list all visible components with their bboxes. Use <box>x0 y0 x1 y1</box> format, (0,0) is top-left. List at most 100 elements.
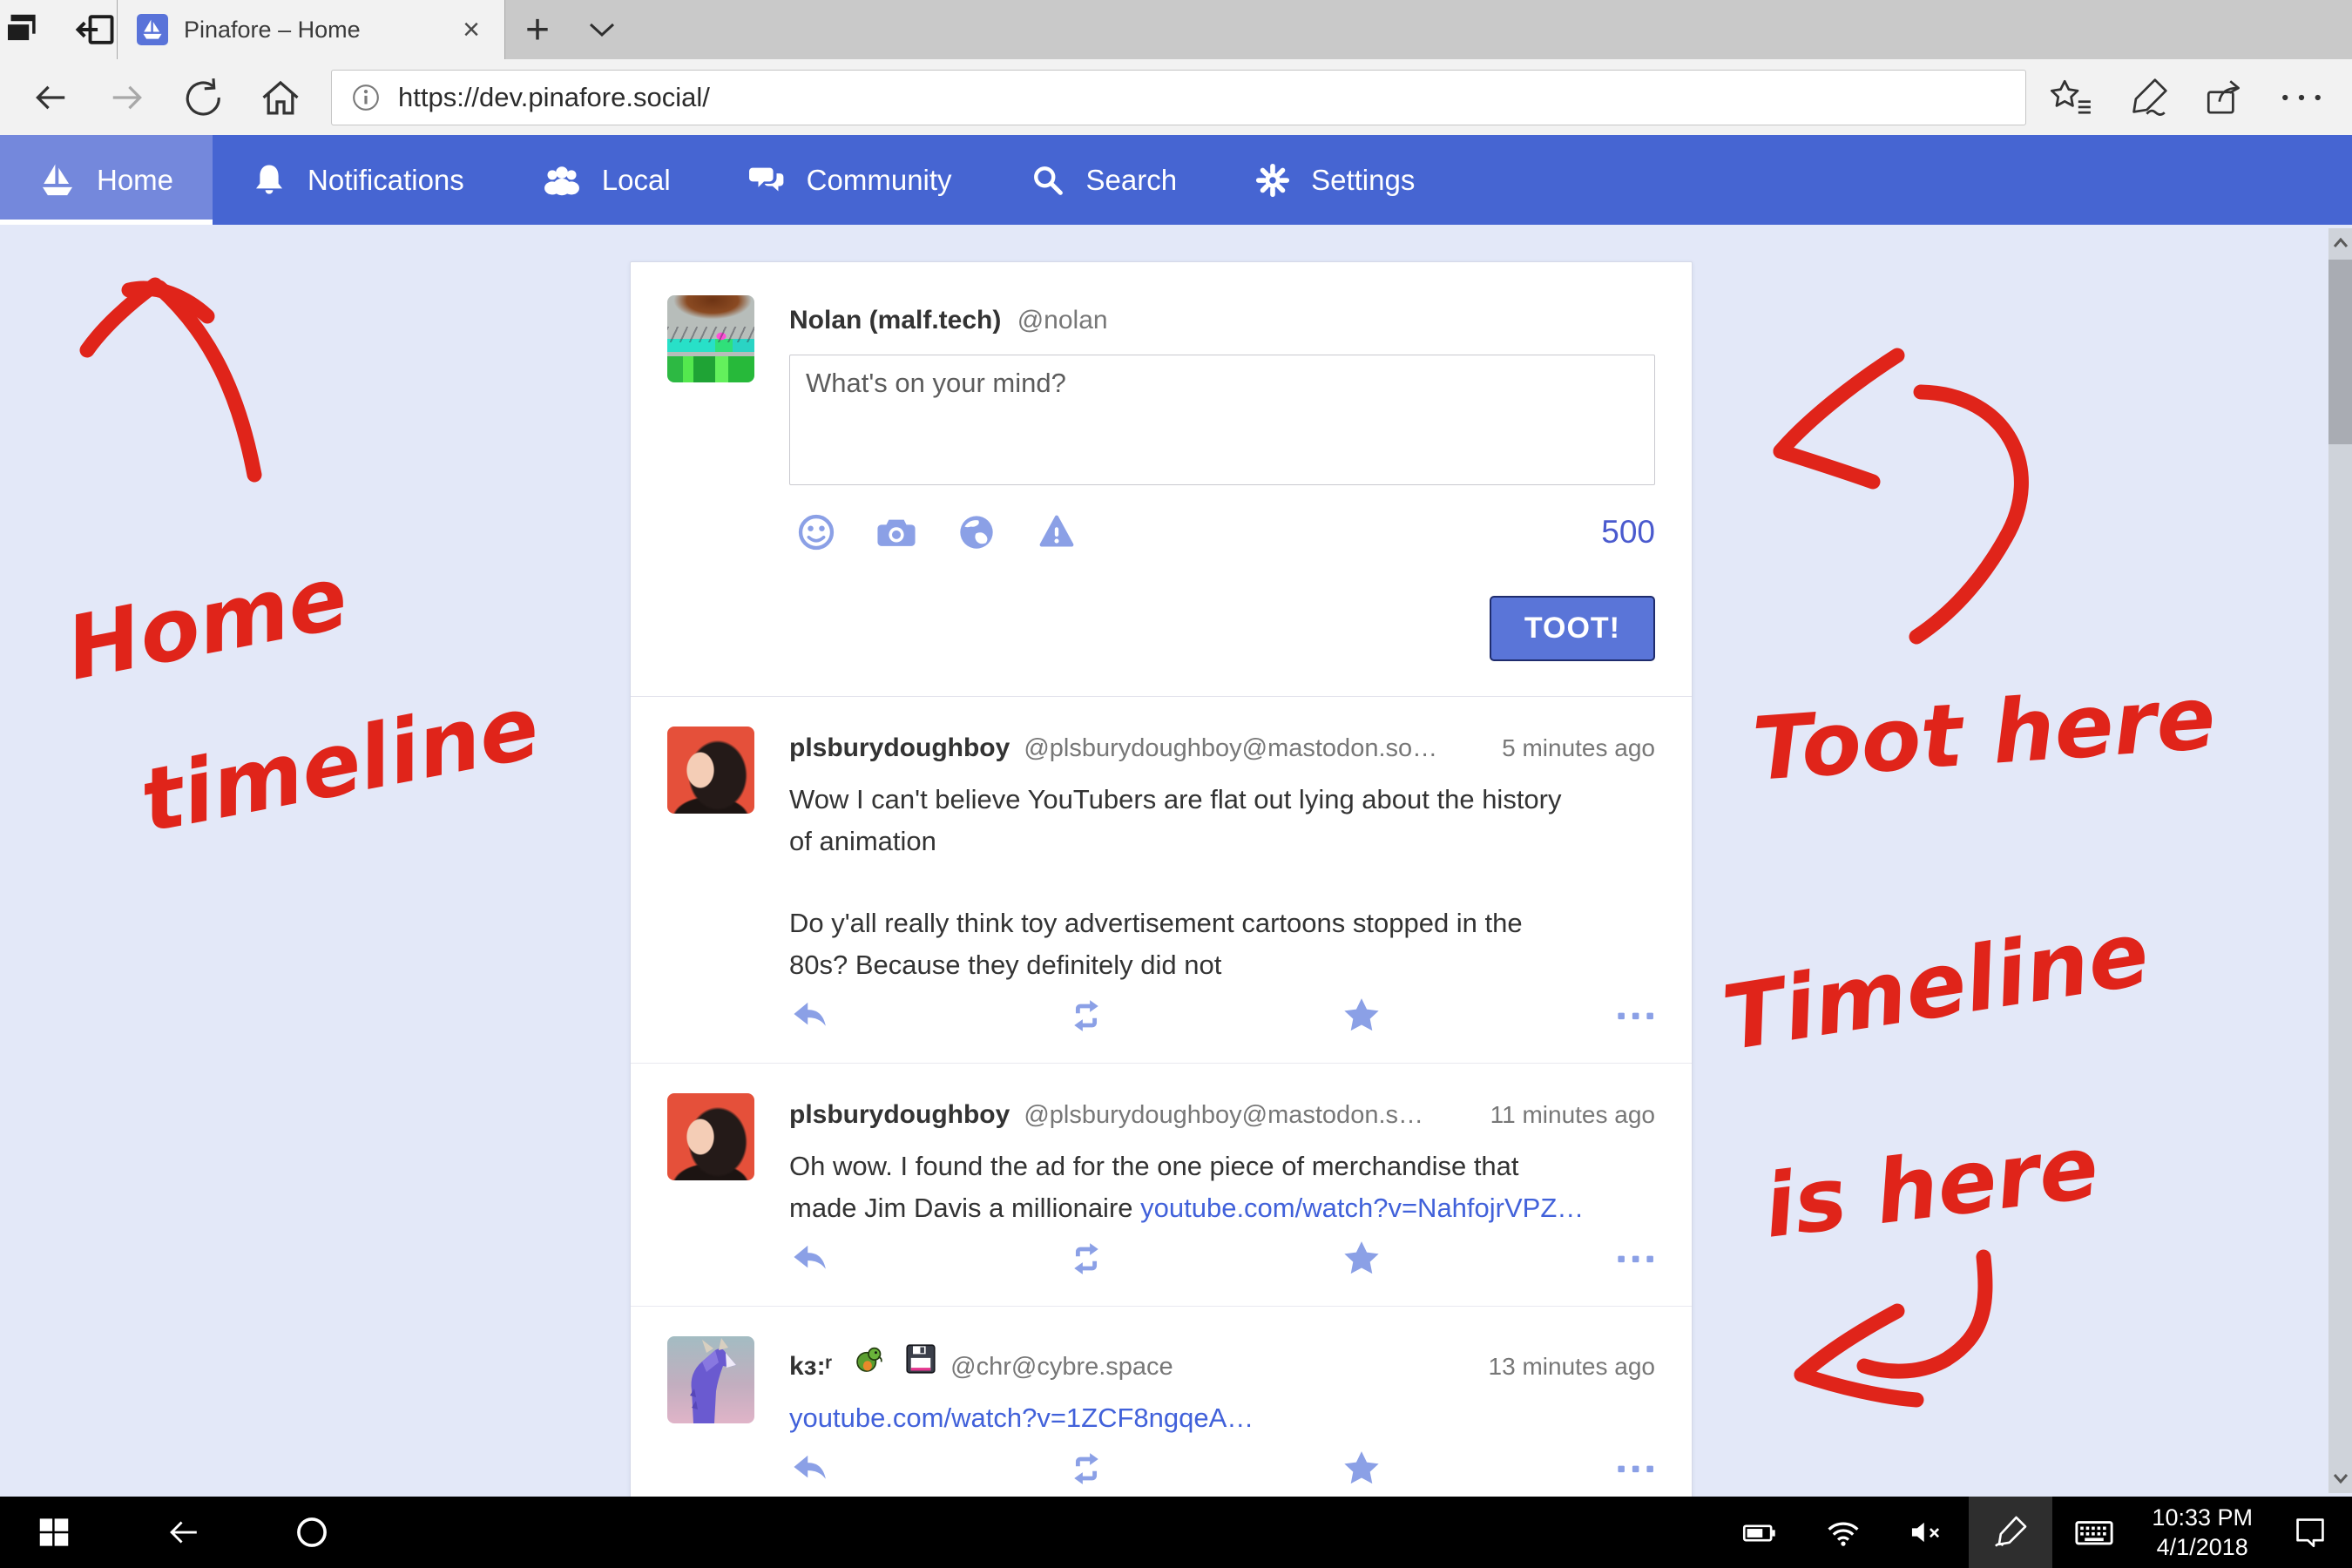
favorites-icon[interactable] <box>2033 65 2110 130</box>
avatar[interactable] <box>667 1336 754 1423</box>
youtube-link[interactable]: youtube.com/watch?v=1ZCF8ngqeA… <box>789 1402 1254 1433</box>
nav-item-notifications[interactable]: Notifications <box>213 135 504 225</box>
touch-keyboard-icon[interactable] <box>2052 1497 2136 1568</box>
media-upload-icon[interactable] <box>876 512 916 552</box>
nav-label: Settings <box>1311 164 1415 197</box>
account-handle: @plsburydoughboy@mastodon.s… <box>1024 1101 1423 1130</box>
avatar[interactable] <box>667 1093 754 1180</box>
browser-tab[interactable]: Pinafore – Home × <box>118 0 505 59</box>
boost-icon[interactable] <box>1066 1450 1106 1488</box>
home-button[interactable] <box>242 65 319 130</box>
compose-toolbar: 500 <box>789 512 1655 552</box>
display-name[interactable]: plsburydoughboy <box>789 733 1010 763</box>
bell-icon <box>252 163 287 198</box>
tab-preview-icon[interactable] <box>0 8 44 51</box>
post-actions <box>789 1450 1655 1493</box>
scrollbar-down-arrow-icon[interactable] <box>2328 1465 2352 1491</box>
nav-label: Notifications <box>308 164 464 197</box>
reply-icon[interactable] <box>789 1240 831 1278</box>
speech-bubbles-icon <box>749 162 786 199</box>
taskbar-back-icon[interactable] <box>141 1497 225 1568</box>
dragon-emoji <box>846 1343 884 1375</box>
scrollbar-up-arrow-icon[interactable] <box>2328 230 2352 256</box>
clock-time: 10:33 PM <box>2152 1503 2253 1532</box>
browser-tab-bar: Pinafore – Home × + <box>0 0 2352 59</box>
reply-icon[interactable] <box>789 997 831 1035</box>
battery-icon[interactable] <box>1718 1497 1801 1568</box>
nav-item-search[interactable]: Search <box>991 135 1217 225</box>
favorite-star-icon[interactable] <box>1342 997 1382 1035</box>
favorite-star-icon[interactable] <box>1342 1240 1382 1278</box>
tab-list-chevron-icon[interactable] <box>570 0 634 59</box>
toolbar-right-buttons <box>2033 65 2340 130</box>
refresh-button[interactable] <box>166 65 242 130</box>
cortana-icon[interactable] <box>270 1497 354 1568</box>
tab-close-icon[interactable]: × <box>457 13 485 47</box>
nav-item-local[interactable]: Local <box>504 135 710 225</box>
more-options-icon[interactable] <box>2263 65 2340 130</box>
timestamp[interactable]: 5 minutes ago <box>1502 734 1655 762</box>
timestamp[interactable]: 13 minutes ago <box>1489 1353 1655 1381</box>
web-notes-pen-icon[interactable] <box>2110 65 2186 130</box>
post-body: Wow I can't believe YouTubers are flat o… <box>789 779 1655 986</box>
start-button-icon[interactable] <box>12 1497 96 1568</box>
account-handle: @nolan <box>1017 306 1108 335</box>
gear-icon <box>1255 163 1290 198</box>
reply-icon[interactable] <box>789 1450 831 1488</box>
wifi-icon[interactable] <box>1801 1497 1885 1568</box>
display-name: Nolan (malf.tech) <box>789 306 1001 335</box>
boost-icon[interactable] <box>1066 997 1106 1035</box>
timeline-column: Nolan (malf.tech) @nolan <box>630 261 1693 1497</box>
new-tab-button[interactable]: + <box>505 0 570 59</box>
search-icon <box>1031 163 1065 198</box>
page-scrollbar[interactable] <box>2328 228 2352 1493</box>
site-info-icon[interactable] <box>351 83 381 112</box>
compose-box: Nolan (malf.tech) @nolan <box>631 262 1692 697</box>
status-post: plsburydoughboy @plsburydoughboy@mastodo… <box>631 697 1692 1064</box>
toot-button[interactable]: TOOT! <box>1490 596 1655 661</box>
nav-item-settings[interactable]: Settings <box>1216 135 1454 225</box>
compose-author: Nolan (malf.tech) @nolan <box>789 295 1655 335</box>
address-bar[interactable]: https://dev.pinafore.social/ <box>331 70 2026 125</box>
more-actions-icon[interactable] <box>1617 1008 1655 1024</box>
sailboat-home-icon <box>39 162 76 199</box>
volume-muted-icon[interactable] <box>1885 1497 1969 1568</box>
nav-item-community[interactable]: Community <box>710 135 991 225</box>
share-icon[interactable] <box>2186 65 2263 130</box>
avatar[interactable] <box>667 727 754 814</box>
nav-label: Community <box>807 164 952 197</box>
back-button[interactable] <box>12 65 89 130</box>
browser-toolbar: https://dev.pinafore.social/ <box>0 59 2352 135</box>
status-post: plsburydoughboy @plsburydoughboy@mastodo… <box>631 1064 1692 1307</box>
more-actions-icon[interactable] <box>1617 1251 1655 1267</box>
more-actions-icon[interactable] <box>1617 1461 1655 1477</box>
privacy-globe-icon[interactable] <box>956 512 997 552</box>
boost-icon[interactable] <box>1066 1240 1106 1278</box>
post-body: Oh wow. I found the ad for the one piece… <box>789 1146 1655 1229</box>
dragon-avatar-art <box>667 1336 754 1423</box>
favorite-star-icon[interactable] <box>1342 1450 1382 1488</box>
scrollbar-thumb[interactable] <box>2328 260 2352 444</box>
content-warning-icon[interactable] <box>1037 512 1077 552</box>
windows-taskbar: 10:33 PM 4/1/2018 <box>0 1497 2352 1568</box>
floppy-disk-emoji <box>898 1343 936 1375</box>
screen: Pinafore – Home × + https://dev.pinafore… <box>0 0 2352 1568</box>
nav-item-home[interactable]: Home <box>0 135 213 225</box>
char-count: 500 <box>1601 514 1655 551</box>
windows-ink-pen-icon[interactable] <box>1969 1497 2052 1568</box>
timestamp[interactable]: 11 minutes ago <box>1490 1101 1655 1129</box>
nav-label: Home <box>97 164 173 197</box>
taskbar-clock[interactable]: 10:33 PM 4/1/2018 <box>2136 1503 2268 1562</box>
set-tabs-aside-icon[interactable] <box>73 8 117 51</box>
youtube-link[interactable]: youtube.com/watch?v=NahfojrVPZ… <box>1140 1193 1584 1223</box>
tab-bar-left-buttons <box>0 0 118 59</box>
avatar[interactable] <box>667 295 754 382</box>
action-center-icon[interactable] <box>2268 1497 2352 1568</box>
url-text[interactable]: https://dev.pinafore.social/ <box>398 82 710 113</box>
display-name[interactable]: kз:ʳ <box>789 1352 832 1382</box>
nav-label: Search <box>1086 164 1178 197</box>
compose-input[interactable] <box>789 355 1655 485</box>
display-name[interactable]: plsburydoughboy <box>789 1100 1010 1130</box>
forward-button[interactable] <box>89 65 166 130</box>
emoji-picker-icon[interactable] <box>796 512 836 552</box>
